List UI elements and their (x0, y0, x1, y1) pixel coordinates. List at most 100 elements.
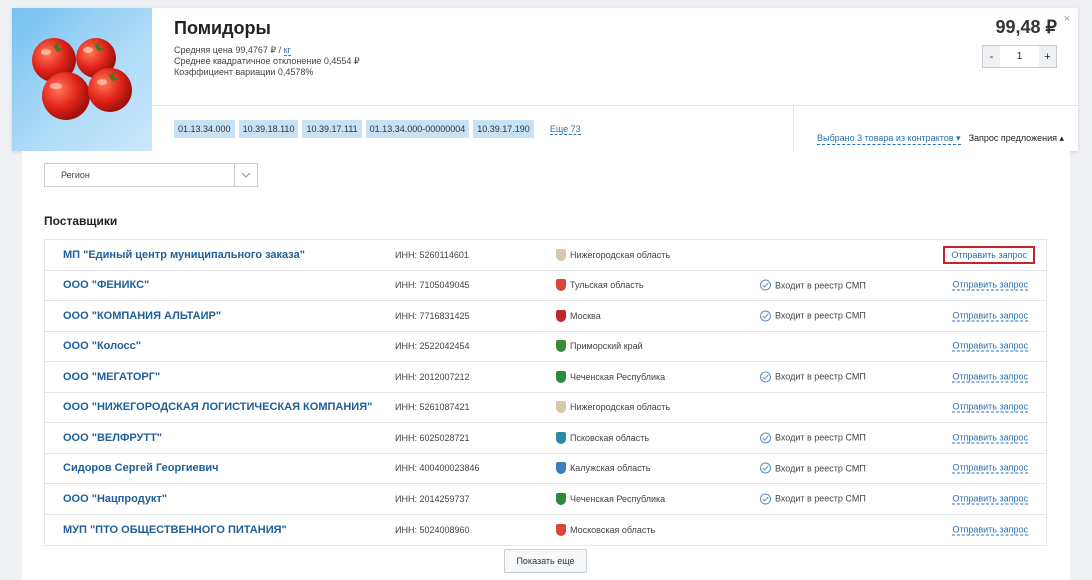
send-request-link[interactable]: Отправить запрос (952, 524, 1028, 536)
region-select[interactable]: Регион (44, 163, 258, 187)
smp-registry-badge: Входит в реестр СМП (760, 462, 866, 474)
check-circle-icon (760, 371, 771, 383)
increment-button[interactable]: + (1039, 46, 1056, 67)
supplier-region: Тульская область (556, 279, 644, 292)
supplier-row: ООО "ФЕНИКС" ИНН: 7105049045 Тульская обла… (45, 271, 1046, 301)
code-tag[interactable]: 10.39.17.190 (473, 120, 534, 138)
std-dev: Среднее квадратичное отклонение 0,4554 ₽ (174, 56, 360, 66)
send-request-link[interactable]: Отправить запрос (952, 280, 1028, 291)
close-icon[interactable]: × (1064, 13, 1070, 25)
supplier-region-name: Московская область (570, 524, 656, 535)
code-tag[interactable]: 10.39.17.111 (302, 120, 362, 138)
supplier-inn: ИНН: 400400023846 (395, 463, 480, 474)
supplier-name-link[interactable]: ООО "Колосс" (63, 340, 141, 352)
supplier-row: ООО "КОМПАНИЯ АЛЬТАИР" ИНН: 7716831425 Мос… (45, 301, 1046, 332)
supplier-region-name: Москва (570, 310, 601, 321)
supplier-name-link[interactable]: МП "Единый центр муниципального заказа" (63, 249, 305, 261)
suppliers-list: МП "Единый центр муниципального заказа" И… (44, 239, 1047, 546)
code-tag[interactable]: 01.13.34.000-00000004 (365, 120, 470, 138)
supplier-row: ООО "НИЖЕГОРОДСКАЯ ЛОГИСТИЧЕСКАЯ КОМПАНИ… (45, 393, 1046, 423)
supplier-region: Калужская область (556, 462, 651, 475)
supplier-region-name: Чеченская Республика (570, 371, 666, 382)
supplier-region-name: Псковская область (570, 432, 650, 443)
smp-registry-badge: Входит в реестр СМП (760, 432, 866, 444)
supplier-inn: ИНН: 7716831425 (395, 310, 470, 321)
supplier-row: ООО "МЕГАТОРГ" ИНН: 2012007212 Чеченская Р… (45, 362, 1046, 393)
supplier-row: ООО "Колосс" ИНН: 2522042454 Приморский кр… (45, 332, 1046, 362)
send-request-link[interactable]: Отправить запрос (952, 310, 1028, 322)
supplier-region-name: Чеченская Республика (570, 493, 666, 504)
more-codes-link[interactable]: Еще 73 (549, 124, 581, 135)
okpd-codes: 01.13.34.000 10.39.18.110 10.39.17.111 0… (174, 120, 581, 138)
show-more-button[interactable]: Показать еще (504, 549, 587, 573)
suppliers-heading: Поставщики (44, 214, 118, 228)
supplier-row: МУП "ПТО ОБЩЕСТВЕННОГО ПИТАНИЯ" ИНН: 5024… (45, 515, 1046, 546)
supplier-inn: ИНН: 5260114601 (395, 249, 469, 260)
region-crest-icon (556, 309, 566, 322)
supplier-region: Чеченская Республика (556, 370, 666, 383)
region-crest-icon (556, 492, 566, 505)
supplier-name-link[interactable]: ООО "НИЖЕГОРОДСКАЯ ЛОГИСТИЧЕСКАЯ КОМПАНИ… (63, 401, 372, 413)
supplier-inn: ИНН: 5024008960 (395, 524, 470, 535)
supplier-name-link[interactable]: ООО "ВЕЛФРУТТ" (63, 432, 162, 444)
supplier-region: Московская область (556, 523, 656, 536)
supplier-name-link[interactable]: ООО "МЕГАТОРГ" (63, 371, 160, 383)
supplier-row: ООО "ВЕЛФРУТТ" ИНН: 6025028721 Псковская о… (45, 423, 1046, 454)
send-request-link[interactable]: Отправить запрос (952, 432, 1028, 444)
smp-registry-text: Входит в реестр СМП (775, 432, 866, 443)
variation-coefficient: Коэффициент вариации 0,4578% (174, 67, 314, 77)
card-actions: Выбрано 3 товара из контрактов ▾ Запрос … (817, 133, 1064, 145)
supplier-region-name: Нижегородская область (570, 249, 671, 260)
product-price: 99,48 ₽ (995, 17, 1058, 37)
check-circle-icon (760, 310, 771, 322)
quantity-value[interactable]: 1 (1000, 51, 1039, 62)
supplier-region-name: Нижегородская область (570, 402, 671, 413)
product-title: Помидоры (174, 18, 271, 38)
region-crest-icon (556, 462, 566, 475)
send-request-link[interactable]: Отправить запрос (952, 463, 1028, 474)
send-request-link[interactable]: Отправить запрос (952, 493, 1028, 505)
supplier-region-name: Тульская область (570, 280, 644, 291)
supplier-name-link[interactable]: ООО "Нацпродукт" (63, 493, 167, 505)
smp-registry-text: Входит в реестр СМП (775, 280, 866, 291)
supplier-name-link[interactable]: ООО "КОМПАНИЯ АЛЬТАИР" (63, 310, 221, 322)
supplier-region: Псковская область (556, 431, 650, 444)
region-crest-icon (556, 340, 566, 353)
send-request-link[interactable]: Отправить запрос (943, 245, 1035, 264)
smp-registry-badge: Входит в реестр СМП (760, 493, 866, 505)
send-request-link[interactable]: Отправить запрос (952, 402, 1028, 413)
check-circle-icon (760, 493, 771, 505)
product-info: Помидоры Средняя цена 99,4767 ₽ / кг Сре… (174, 18, 360, 78)
smp-registry-badge: Входит в реестр СМП (760, 371, 866, 383)
supplier-name-link[interactable]: ООО "ФЕНИКС" (63, 279, 149, 291)
send-request-link[interactable]: Отправить запрос (952, 341, 1028, 352)
supplier-inn: ИНН: 5261087421 (395, 402, 470, 413)
region-crest-icon (556, 248, 566, 261)
send-request-link[interactable]: Отправить запрос (952, 371, 1028, 383)
code-tag[interactable]: 01.13.34.000 (174, 120, 235, 138)
request-offer-toggle[interactable]: Запрос предложения ▴ (969, 133, 1064, 145)
unit-link[interactable]: кг (283, 45, 291, 56)
decrement-button[interactable]: - (983, 46, 1000, 67)
supplier-inn: ИНН: 2014259737 (395, 493, 470, 504)
code-tag[interactable]: 10.39.18.110 (238, 120, 299, 138)
selected-contracts-dropdown[interactable]: Выбрано 3 товара из контрактов ▾ (817, 133, 961, 145)
check-circle-icon (760, 462, 771, 474)
region-crest-icon (556, 431, 566, 444)
supplier-row: ООО "Нацпродукт" ИНН: 2014259737 Чеченская… (45, 484, 1046, 515)
region-crest-icon (556, 523, 566, 536)
card-divider-vertical (793, 105, 794, 151)
supplier-region-name: Калужская область (570, 463, 651, 474)
chevron-down-icon (234, 164, 257, 186)
supplier-inn: ИНН: 2012007212 (395, 371, 470, 382)
supplier-name-link[interactable]: МУП "ПТО ОБЩЕСТВЕННОГО ПИТАНИЯ" (63, 524, 287, 536)
smp-registry-badge: Входит в реестр СМП (760, 310, 866, 322)
supplier-name-link[interactable]: Сидоров Сергей Георгиевич (63, 462, 219, 474)
supplier-inn: ИНН: 7105049045 (395, 280, 470, 291)
supplier-inn: ИНН: 6025028721 (395, 432, 470, 443)
check-circle-icon (760, 279, 771, 291)
region-crest-icon (556, 401, 566, 414)
smp-registry-text: Входит в реестр СМП (775, 371, 866, 382)
smp-registry-text: Входит в реестр СМП (775, 493, 866, 504)
avg-price-line: Средняя цена 99,4767 ₽ / кг (174, 45, 360, 56)
